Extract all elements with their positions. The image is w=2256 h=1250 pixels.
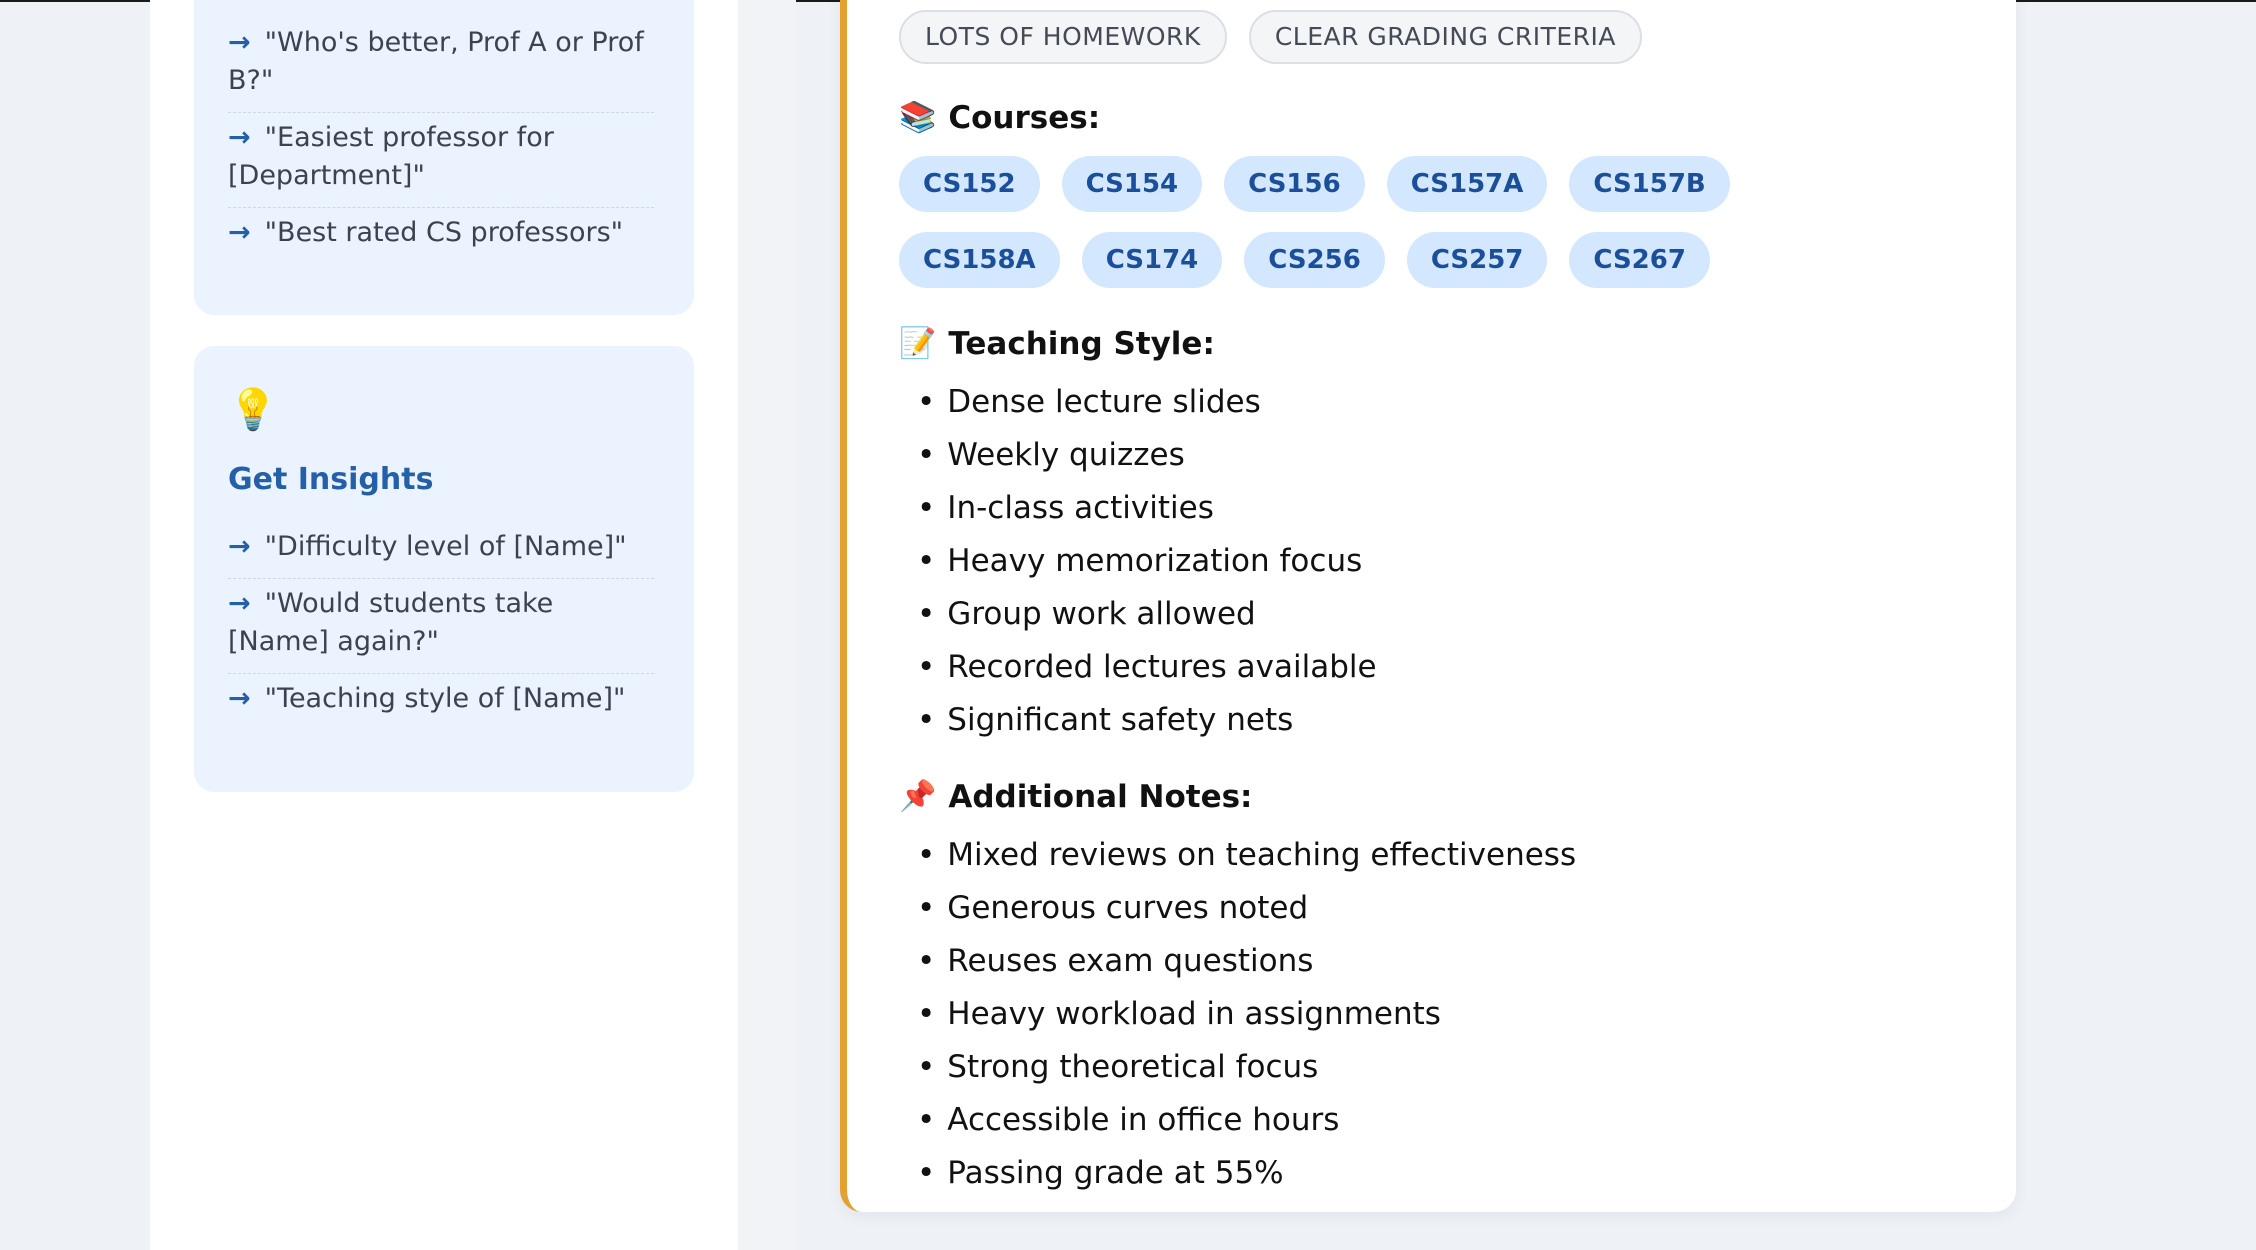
teaching-style-item: • Weekly quizzes — [917, 437, 1185, 473]
example-queries-list: → "Who's better, Prof A or Prof B?" → "Eas… — [228, 18, 654, 264]
books-icon: 📚 — [899, 100, 937, 135]
professor-detail-card: LOTS OF HOMEWORK CLEAR GRADING CRITERIA … — [840, 0, 2016, 1212]
teaching-style-list: • Dense lecture slides • Weekly quizzes • I… — [899, 376, 1959, 747]
course-chip[interactable]: CS257 — [1406, 232, 1548, 288]
professor-detail-content: LOTS OF HOMEWORK CLEAR GRADING CRITERIA … — [899, 10, 1959, 1200]
arrow-right-icon: → — [228, 588, 251, 619]
teaching-style-heading-text: Teaching Style: — [948, 326, 1215, 362]
courses-heading-text: Courses: — [948, 100, 1101, 136]
additional-note-item: • Reuses exam questions — [917, 943, 1314, 979]
example-query-text: "Best rated CS professors" — [264, 217, 624, 248]
course-chip[interactable]: CS157B — [1569, 156, 1730, 212]
insight-query-text: "Difficulty level of [Name]" — [264, 531, 627, 562]
lightbulb-icon: 💡 — [228, 387, 278, 433]
course-chip[interactable]: CS157A — [1386, 156, 1548, 212]
course-chip[interactable]: CS256 — [1244, 232, 1385, 288]
pushpin-icon: 📌 — [899, 779, 937, 814]
additional-notes-list: • Mixed reviews on teaching effectiveness… — [899, 829, 1959, 1200]
layout-gutter — [738, 0, 796, 1250]
review-tags: LOTS OF HOMEWORK CLEAR GRADING CRITERIA — [899, 10, 1959, 64]
arrow-right-icon: → — [228, 27, 251, 58]
courses-list: CS152 CS154 CS156 CS157A CS157B CS158A C… — [899, 156, 1859, 288]
example-query-text: "Easiest professor for [Department]" — [228, 122, 554, 191]
example-query-item[interactable]: → "Best rated CS professors" — [228, 208, 654, 264]
get-insights-title: Get Insights — [228, 462, 434, 497]
teaching-style-item: • Dense lecture slides — [917, 384, 1261, 420]
course-chip[interactable]: CS152 — [899, 156, 1040, 212]
get-insights-card: 💡 Get Insights → "Difficulty level of [Na… — [194, 346, 694, 792]
additional-note-item: • Generous curves noted — [917, 890, 1309, 926]
additional-note-item: • Mixed reviews on teaching effectiveness — [917, 837, 1577, 873]
course-chip[interactable]: CS267 — [1569, 232, 1710, 288]
insight-query-text: "Would students take [Name] again?" — [228, 588, 554, 657]
insight-query-item[interactable]: → "Difficulty level of [Name]" — [228, 522, 654, 579]
example-queries-card: → "Who's better, Prof A or Prof B?" → "Eas… — [194, 0, 694, 315]
teaching-style-item: • Significant safety nets — [917, 702, 1294, 738]
additional-notes-heading: 📌 Additional Notes: — [899, 777, 1959, 817]
sidebar: → "Who's better, Prof A or Prof B?" → "Eas… — [150, 0, 738, 1250]
course-chip[interactable]: CS156 — [1224, 156, 1365, 212]
example-query-item[interactable]: → "Who's better, Prof A or Prof B?" — [228, 18, 654, 113]
additional-note-item: • Heavy workload in assignments — [917, 996, 1441, 1032]
teaching-style-item: • In-class activities — [917, 490, 1214, 526]
arrow-right-icon: → — [228, 217, 251, 248]
example-query-text: "Who's better, Prof A or Prof B?" — [228, 27, 644, 96]
course-chip[interactable]: CS154 — [1061, 156, 1203, 212]
arrow-right-icon: → — [228, 531, 251, 562]
teaching-style-item: • Recorded lectures available — [917, 649, 1377, 685]
arrow-right-icon: → — [228, 683, 251, 714]
tag-lots-of-homework: LOTS OF HOMEWORK — [899, 10, 1227, 64]
additional-notes-heading-text: Additional Notes: — [948, 779, 1253, 815]
example-query-item[interactable]: → "Easiest professor for [Department]" — [228, 113, 654, 208]
courses-heading: 📚 Courses: — [899, 98, 1959, 138]
tag-clear-grading-criteria: CLEAR GRADING CRITERIA — [1248, 10, 1643, 64]
teaching-style-item: • Heavy memorization focus — [917, 543, 1363, 579]
additional-note-item: • Accessible in office hours — [917, 1102, 1340, 1138]
memo-icon: 📝 — [899, 326, 937, 361]
additional-note-item: • Passing grade at 55% — [917, 1155, 1284, 1191]
insight-query-item[interactable]: → "Teaching style of [Name]" — [228, 674, 654, 730]
insight-query-text: "Teaching style of [Name]" — [264, 683, 626, 714]
insight-queries-list: → "Difficulty level of [Name]" → "Would st… — [228, 522, 654, 730]
course-chip[interactable]: CS174 — [1081, 232, 1223, 288]
teaching-style-heading: 📝 Teaching Style: — [899, 324, 1959, 364]
insight-query-item[interactable]: → "Would students take [Name] again?" — [228, 579, 654, 674]
additional-note-item: • Strong theoretical focus — [917, 1049, 1319, 1085]
course-chip[interactable]: CS158A — [899, 232, 1060, 288]
arrow-right-icon: → — [228, 122, 251, 153]
teaching-style-item: • Group work allowed — [917, 596, 1256, 632]
